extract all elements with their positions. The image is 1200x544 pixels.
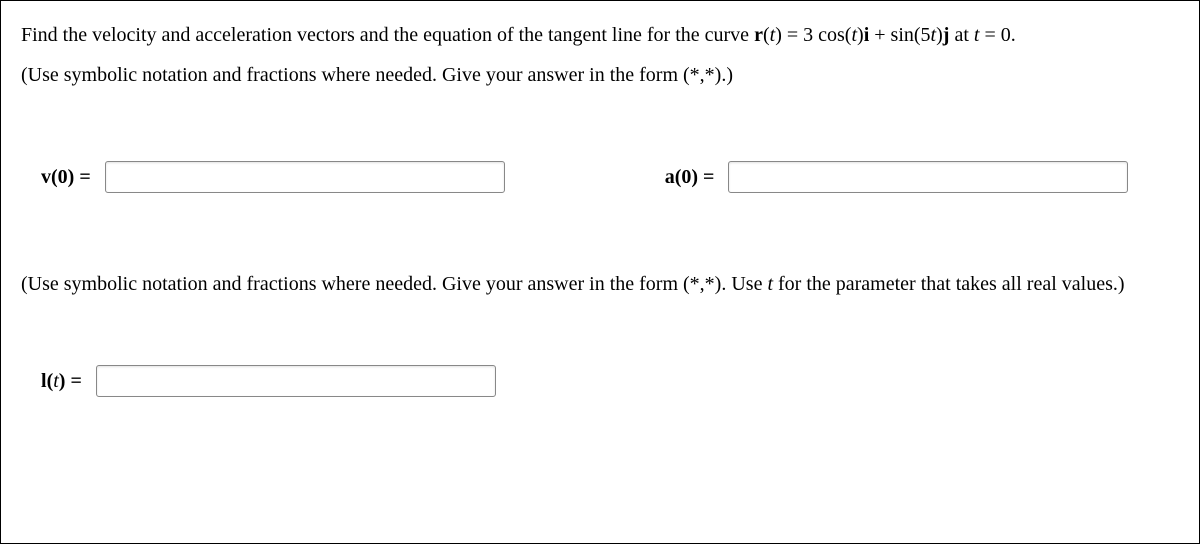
- paren-close-2: ): [936, 24, 943, 46]
- v-letter: v: [41, 166, 51, 188]
- instruction2-part2: for the parameter that takes all real va…: [773, 273, 1125, 295]
- answer-row-1: v(0) = a(0) =: [21, 161, 1179, 193]
- velocity-label: v(0) =: [41, 166, 91, 189]
- acceleration-group: a(0) =: [665, 161, 1129, 193]
- a-letter: a: [665, 166, 675, 188]
- instruction-2: (Use symbolic notation and fractions whe…: [21, 268, 1179, 300]
- velocity-group: v(0) =: [41, 161, 505, 193]
- v-zero-eq: (0) =: [51, 166, 91, 188]
- instruction-1: (Use symbolic notation and fractions whe…: [21, 59, 1179, 91]
- tangent-label: l(t) =: [41, 370, 82, 393]
- instruction2-part1: (Use symbolic notation and fractions whe…: [21, 273, 767, 295]
- plus-part: + sin(5: [869, 24, 930, 46]
- tangent-input[interactable]: [96, 365, 496, 397]
- acceleration-label: a(0) =: [665, 166, 715, 189]
- paren-close-1: ): [857, 24, 864, 46]
- answer-row-2: l(t) =: [21, 365, 1179, 397]
- l-close-eq: ) =: [59, 370, 82, 392]
- at-text: at: [949, 24, 973, 46]
- velocity-input[interactable]: [105, 161, 505, 193]
- t-equals-zero: = 0.: [979, 24, 1015, 46]
- func-part: ) = 3 cos(: [775, 24, 851, 46]
- r-vector-label: r: [754, 24, 763, 46]
- problem-container: Find the velocity and acceleration vecto…: [0, 0, 1200, 544]
- problem-statement: Find the velocity and acceleration vecto…: [21, 19, 1179, 51]
- acceleration-input[interactable]: [728, 161, 1128, 193]
- problem-text-1: Find the velocity and acceleration vecto…: [21, 24, 754, 46]
- a-zero-eq: (0) =: [675, 166, 715, 188]
- paren-open-1: (: [763, 24, 770, 46]
